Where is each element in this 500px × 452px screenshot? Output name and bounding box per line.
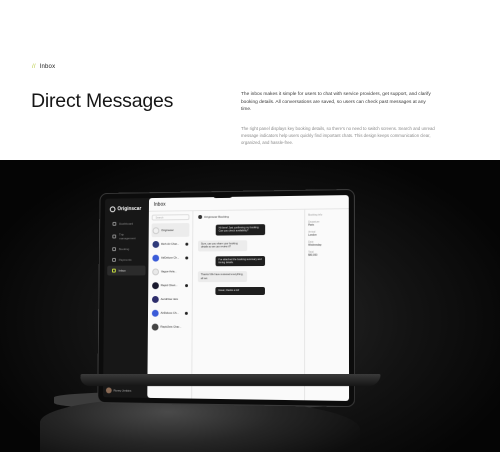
main-panel: Inbox Search Originscar Rich Air Char... (147, 195, 350, 401)
message-bubble: I've attached the booking summary and ti… (215, 255, 266, 267)
unread-indicator (185, 283, 189, 287)
hero-mockup: Originscar Dashboard Trip management Boo… (0, 160, 500, 452)
detail-row: Arrival London (308, 230, 346, 237)
avatar (105, 387, 112, 394)
chat-name: Rich Air Char... (161, 241, 180, 246)
chat-list: Search Originscar Rich Air Char... AirDe… (147, 211, 194, 399)
conversation-title: Originscar Booking (204, 214, 229, 219)
list-item[interactable]: AeroFlow Jets (151, 292, 189, 306)
route-icon (112, 234, 117, 239)
user-profile[interactable]: Ronny Jenkins (105, 387, 145, 394)
chat-avatar (152, 240, 160, 248)
conversation-panel: Originscar Booking Hi there! Just confir… (192, 210, 304, 401)
chat-name: AirDeluxe Ch... (161, 255, 180, 260)
chat-avatar (151, 309, 159, 317)
list-item[interactable]: AirDeluxe Ch... (151, 306, 189, 320)
list-item[interactable]: Vague Avia... (151, 264, 189, 278)
contact-avatar (198, 214, 203, 219)
detail-value: $60,000 (308, 253, 318, 257)
detail-value: London (308, 233, 317, 237)
message-bubble: Hi there! Just confirming my booking. Ca… (215, 224, 266, 236)
detail-value: Wednesday (308, 243, 322, 247)
sidebar-item-label: Payments (118, 257, 132, 262)
message-bubble: Sure, can you share your booking details… (197, 240, 248, 252)
search-input[interactable]: Search (151, 214, 190, 221)
laptop-screen: Originscar Dashboard Trip management Boo… (103, 195, 350, 401)
detail-key: Booking info (308, 213, 323, 217)
chat-name: AirDeluxe Ch... (160, 310, 179, 315)
unread-indicator (185, 242, 189, 246)
chat-name: Originscar (161, 228, 174, 233)
laptop-base (79, 374, 381, 386)
description-secondary: The right panel displays key booking det… (241, 126, 435, 145)
detail-row: Booking info (308, 213, 346, 216)
detail-row: Total $60,000 (308, 250, 346, 257)
eyebrow-label: Inbox (39, 64, 56, 70)
grid-icon (112, 221, 117, 226)
sidebar-item-label: Inbox (118, 268, 126, 273)
booking-details-panel: Booking info Departure Paris Arrival Londo… (304, 209, 350, 401)
message-bubble: Great, thanks a lot! (215, 287, 265, 295)
eyebrow-slash: // (32, 64, 36, 70)
sidebar-item-inbox[interactable]: Inbox (107, 265, 146, 276)
chat-avatar (151, 323, 159, 331)
sidebar-item-trip-management[interactable]: Trip management (108, 229, 146, 243)
chat-name: Vague Avia... (160, 269, 177, 274)
inbox-icon (111, 268, 116, 273)
sidebar-item-label: Dashboard (119, 221, 134, 226)
sidebar-item-booking[interactable]: Booking (107, 244, 145, 254)
list-item[interactable]: Originscar (151, 223, 190, 238)
list-item[interactable]: Rich Air Char... (151, 237, 189, 251)
sidebar-item-dashboard[interactable]: Dashboard (108, 219, 146, 229)
inbox-body: Search Originscar Rich Air Char... AirDe… (147, 209, 350, 401)
chat-name: RapidJets Char... (160, 324, 182, 329)
chat-avatar (152, 267, 160, 275)
inbox-title: Inbox (153, 201, 166, 208)
list-item[interactable]: RapidJets Char... (151, 320, 189, 334)
chat-avatar (152, 281, 159, 289)
unread-indicator (184, 311, 188, 315)
description-primary: The inbox makes it simple for users to c… (241, 92, 431, 113)
calendar-icon (112, 247, 117, 252)
card-icon (112, 257, 116, 262)
brand-name: Originscar (117, 206, 142, 213)
sidebar-item-label: Trip management (118, 232, 136, 241)
brand-logo[interactable]: Originscar (105, 198, 149, 218)
list-item[interactable]: Rapid Chart... (151, 278, 189, 292)
sidebar-item-payments[interactable]: Payments (107, 255, 145, 265)
conversation-header: Originscar Booking (198, 214, 299, 219)
chat-name: AeroFlow Jets (160, 297, 178, 301)
chat-avatar (152, 254, 160, 262)
chat-avatar (151, 295, 159, 303)
chat-avatar (152, 226, 160, 234)
list-item[interactable]: AirDeluxe Ch... (151, 251, 189, 265)
detail-row: Date Wednesday (308, 240, 346, 247)
page-title: Direct Messages (31, 90, 174, 112)
unread-indicator (185, 256, 189, 259)
detail-row: Departure Paris (308, 220, 346, 227)
message-bubble: Thanks! We have reviewed everything, all… (197, 271, 248, 283)
detail-value: Paris (308, 223, 314, 227)
app-sidebar: Originscar Dashboard Trip management Boo… (103, 198, 150, 398)
chat-name: Rapid Chart... (160, 283, 178, 288)
user-name: Ronny Jenkins (113, 388, 132, 393)
sidebar-item-label: Booking (118, 247, 130, 252)
section-eyebrow: // Inbox (32, 64, 55, 70)
intro-section: // Inbox Direct Messages The inbox makes… (0, 0, 500, 160)
brand-mark-icon (109, 206, 116, 213)
camera-notch (212, 192, 233, 199)
